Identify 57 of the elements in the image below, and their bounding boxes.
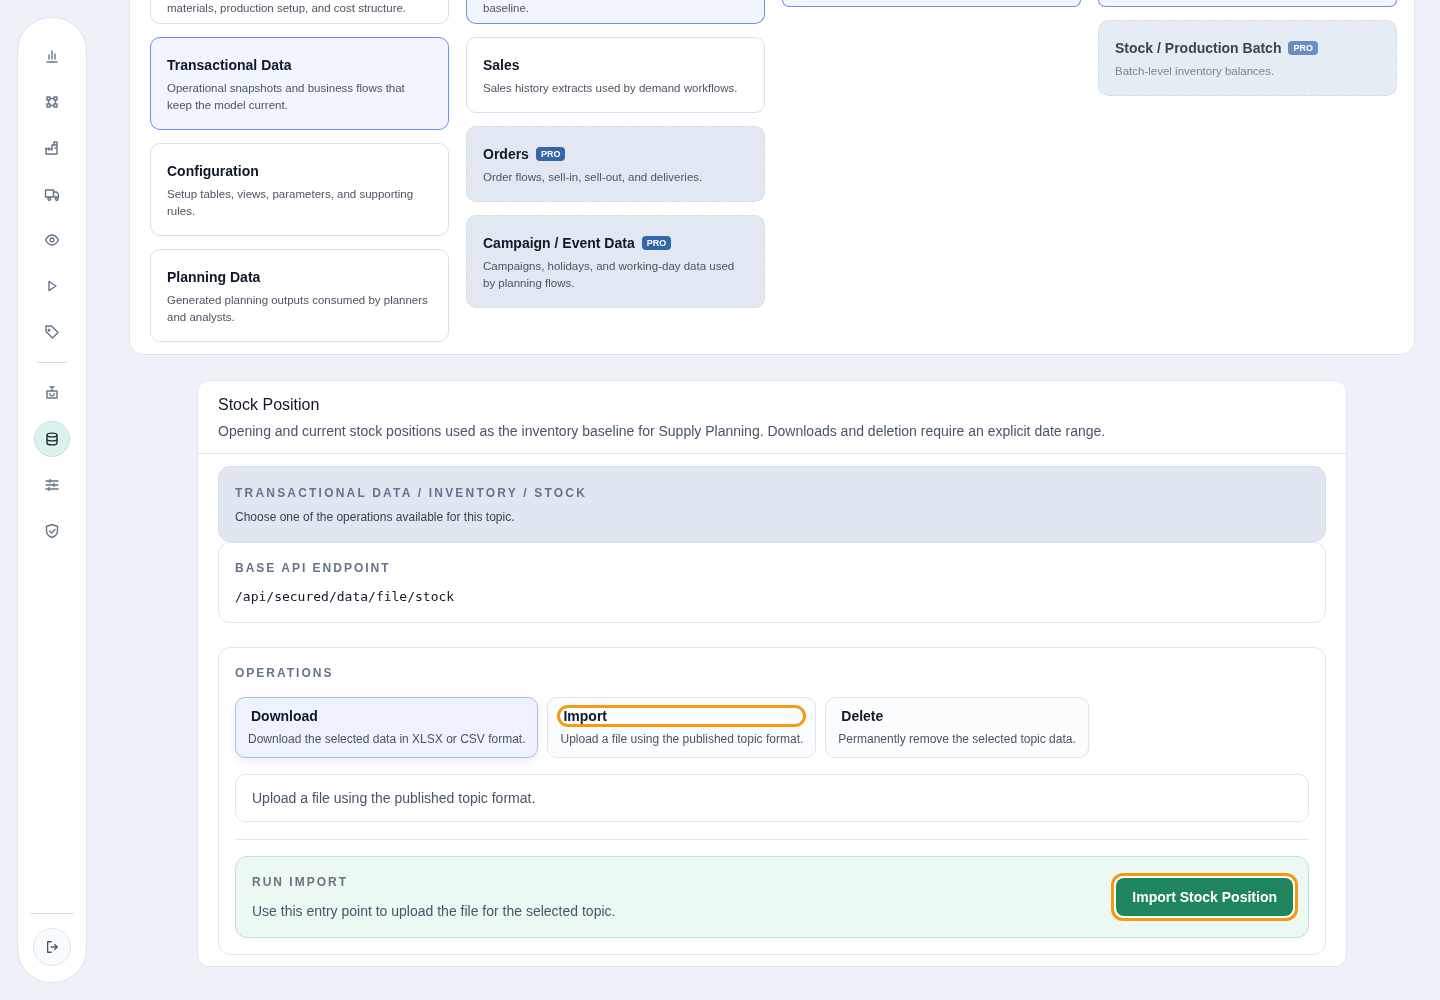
- pro-badge: PRO: [1288, 41, 1318, 55]
- sliders-icon: [44, 477, 60, 493]
- nodes-icon: [44, 94, 60, 110]
- endpoint-path: /api/secured/data/file/stock: [235, 589, 456, 604]
- card-description: materials, production setup, and cost structure.: [167, 1, 408, 15]
- card-title: Orders: [483, 146, 529, 162]
- topic-card[interactable]: Transactional Data Operational snapshots and business flows that keep the model current.: [150, 37, 449, 130]
- card-description: baseline.: [483, 1, 531, 15]
- topic-card[interactable]: materials, production setup, and cost structure.: [150, 0, 449, 24]
- panel-description: Opening and current stock positions used as the inventory baseline for Supply Planning. Downloads and deletion require an explicit date range.: [218, 423, 1107, 439]
- operation-option[interactable]: Delete Permanently remove the selected topic data.: [825, 697, 1089, 758]
- sidebar-item[interactable]: [34, 421, 70, 457]
- topic-card[interactable]: baseline.: [466, 0, 765, 24]
- banner-note: Choose one of the operations available for this topic.: [235, 510, 516, 524]
- run-label: RUN IMPORT: [252, 875, 349, 889]
- pro-badge: PRO: [641, 236, 672, 250]
- breadcrumb: TRANSACTIONAL DATA / INVENTORY / STOCK: [235, 486, 589, 500]
- card-title: Transactional Data: [167, 57, 292, 73]
- factory-icon: [44, 140, 60, 156]
- topic-card[interactable]: Stock / Production Batch PRO Batch-level inventory balances.: [1098, 20, 1397, 96]
- topic-card[interactable]: [1098, 0, 1397, 7]
- card-description: Setup tables, views, parameters, and supporting rules.: [167, 187, 415, 219]
- bar-chart-icon: [44, 48, 60, 64]
- topic-card[interactable]: Orders PRO Order flows, sell-in, sell-out, and deliveries.: [466, 126, 765, 202]
- shield-icon: [44, 523, 60, 539]
- truck-icon: [44, 186, 60, 202]
- card-description: Sales history extracts used by demand workflows.: [483, 81, 739, 96]
- card-description: Generated planning outputs consumed by planners and analysts.: [167, 293, 429, 325]
- operation-option[interactable]: Download Download the selected data in XLSX or CSV format.: [235, 697, 539, 758]
- logout-button[interactable]: [33, 928, 71, 966]
- topic-card[interactable]: Campaign / Event Data PRO Campaigns, holidays, and working-day data used by planning flows.: [466, 215, 765, 308]
- operation-option[interactable]: Import Upload a file using the published topic format.: [547, 697, 817, 758]
- pro-badge: PRO: [535, 147, 566, 161]
- operation-summary: Upload a file using the published topic format.: [235, 774, 1309, 822]
- eye-icon: [44, 232, 60, 248]
- topic-card[interactable]: Configuration Setup tables, views, parameters, and supporting rules.: [150, 143, 449, 236]
- card-description: Campaigns, holidays, and working-day data used by planning flows.: [483, 259, 736, 291]
- logout-icon: [45, 940, 59, 954]
- operations-label: OPERATIONS: [235, 666, 335, 680]
- card-title: Campaign / Event Data: [483, 235, 635, 251]
- topic-card[interactable]: [782, 0, 1081, 7]
- topic-card[interactable]: Planning Data Generated planning outputs consumed by planners and analysts.: [150, 249, 449, 342]
- card-title: Configuration: [167, 163, 259, 179]
- endpoint-label: BASE API ENDPOINT: [235, 561, 392, 575]
- card-description: Order flows, sell-in, sell-out, and deliveries.: [483, 170, 704, 185]
- tag-icon: [44, 324, 60, 340]
- card-title: Sales: [483, 57, 520, 73]
- import-button[interactable]: Import Stock Position: [1111, 873, 1298, 921]
- topic-card[interactable]: Sales Sales history extracts used by demand workflows.: [466, 37, 765, 113]
- panel-title: Stock Position: [218, 396, 321, 414]
- card-title: Stock / Production Batch: [1115, 40, 1282, 56]
- card-description: Batch-level inventory balances.: [1115, 64, 1276, 79]
- card-description: Operational snapshots and business flows that keep the model current.: [167, 81, 406, 113]
- database-icon: [44, 431, 60, 447]
- run-description: Use this entry point to upload the file for the selected topic.: [252, 903, 616, 919]
- card-title: Planning Data: [167, 269, 261, 285]
- robot-icon: [44, 385, 60, 401]
